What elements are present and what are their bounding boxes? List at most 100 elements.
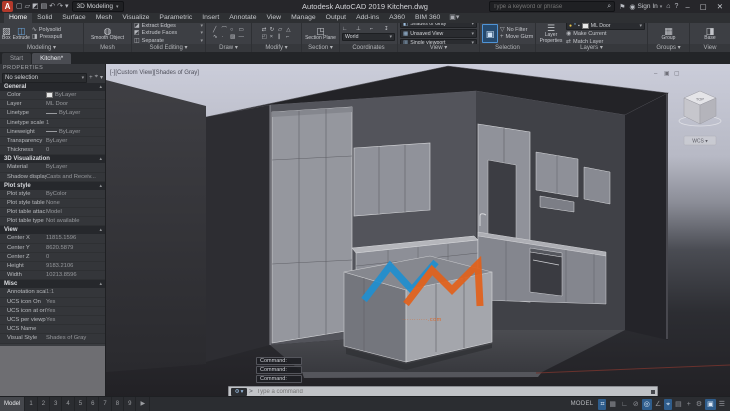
properties-section-3d-visualization[interactable]: 3D Visualization▴ [0,155,105,163]
panel-label-view[interactable]: View ▾ [398,44,479,52]
ucs-world-icon[interactable]: ⊥ [356,26,367,32]
extract-edges-button[interactable]: ◪ Extract Edges ▾ [134,23,203,29]
select-objects-icon[interactable]: ⌖ [95,74,98,81]
offset-icon[interactable]: ∥ [278,34,283,40]
panel-label-groups[interactable]: Groups ▾ [648,44,689,52]
featured-apps-icon[interactable]: ▣▾ [445,13,463,23]
drawing-viewport[interactable]: ···········.com TOP WCS ▾ – ▣ ▢ [-][Cust… [106,64,730,396]
property-value[interactable]: 10213.8596 [46,271,105,279]
property-value[interactable]: 0 [46,146,105,154]
wcs-dropdown[interactable]: WCS ▾ [684,136,716,145]
viewport-controls-label[interactable]: [-][Custom View][Shades of Gray] [110,70,199,76]
qat-open-icon[interactable]: ▱ [25,1,30,12]
snap-toggle[interactable]: ▦ [607,399,618,410]
ribbon-tab-annotate[interactable]: Annotate [224,13,261,23]
workspace-dropdown[interactable]: 3D Modeling ▾ [72,1,124,12]
autocad-logo-icon[interactable]: A [2,1,13,12]
named-view-dropdown[interactable]: ▦ Unsaved View ▾ [400,29,477,38]
property-value[interactable]: Yes [46,316,105,324]
group-button[interactable]: ▦ Group [662,26,676,42]
property-row-lineweight[interactable]: LineweightByLayer [0,128,105,137]
polysolid-button[interactable]: ∿ Polysolid [32,27,81,34]
panel-label-solid-editing[interactable]: Solid Editing ▾ [132,44,205,52]
property-value[interactable]: ByLayer [46,163,105,171]
property-value[interactable]: Shades of Gray [46,334,105,342]
customization-menu[interactable]: ☰ [717,399,727,410]
property-row-annotation-scale[interactable]: Annotation scale1:1 [0,288,105,297]
outer-wall-left-background[interactable] [106,80,206,372]
extrude-faces-button[interactable]: ◩ Extrude Faces ▾ [134,30,203,37]
panel-label-section[interactable]: Section ▾ [302,44,339,52]
property-value[interactable]: ByLayer [46,91,105,99]
box-tool-button[interactable]: ▧ Box [2,26,11,42]
command-bar-grip[interactable] [651,390,655,394]
property-value[interactable]: ByColor [46,190,105,198]
ucs-tools[interactable]: ∟⊥⌐↧ [342,26,395,32]
make-current-button[interactable]: ◉ Make Current [566,31,645,38]
layout-tab-6[interactable]: 6 [87,397,99,411]
draw-tools-grid[interactable]: ╱⌒○▭ ∿·▨— [213,27,244,40]
oven-front[interactable] [530,252,562,296]
property-row-thickness[interactable]: Thickness0 [0,146,105,155]
ribbon-tab-output[interactable]: Output [321,13,351,23]
qat-dropdown-icon[interactable]: ▾ [65,1,69,12]
property-value[interactable]: 9183.2106 [46,262,105,270]
layout-tab-[interactable]: ▶ [136,397,150,411]
qat-plot-icon[interactable]: ▤ [41,1,48,12]
culling-toggle-button[interactable]: ▣ [482,24,498,43]
property-value[interactable]: ML Door [46,100,105,108]
property-value[interactable]: 0 [46,253,105,261]
property-value[interactable]: 1 [46,119,105,127]
property-row-linetype-scale[interactable]: Linetype scale1 [0,119,105,128]
smooth-object-button[interactable]: ◍ Smooth Object [91,26,124,42]
property-row-ucs-per-viewp[interactable]: UCS per viewp...Yes [0,316,105,325]
command-customize-block[interactable]: ⚙ ▾ [231,388,247,396]
polar-tracking-toggle[interactable]: ⊘ [631,399,641,410]
property-row-transparency[interactable]: TransparencyByLayer [0,137,105,146]
layout-tab-9[interactable]: 9 [124,397,136,411]
spline-icon[interactable]: ∿ [213,34,219,40]
layout-tab-model[interactable]: Model [0,397,25,411]
layout-tab-5[interactable]: 5 [75,397,87,411]
property-value[interactable]: ByLayer [46,137,105,145]
dynamic-ucs-toggle[interactable]: + [685,399,693,410]
property-row-ucs-icon-on[interactable]: UCS icon OnYes [0,298,105,307]
copy-icon[interactable]: ▱ [278,27,283,33]
property-row-width[interactable]: Width10213.8596 [0,271,105,280]
search-input[interactable] [493,4,605,10]
property-row-center-x[interactable]: Center X11815.1596 [0,234,105,243]
properties-section-view[interactable]: View▴ [0,226,105,234]
property-row-plot-style[interactable]: Plot styleByColor [0,190,105,199]
help-icon[interactable]: ? [675,3,679,10]
command-input[interactable] [255,388,649,396]
ucs-icon[interactable]: ∟ [342,26,353,32]
upper-cabinets-left[interactable] [354,143,430,216]
ribbon-tab-visualize[interactable]: Visualize [117,13,154,23]
property-row-ucs-name[interactable]: UCS Name [0,325,105,334]
property-row-height[interactable]: Height9183.2106 [0,262,105,271]
erase-icon[interactable]: × [270,34,275,40]
layout-tab-2[interactable]: 2 [38,397,50,411]
ribbon-tab-parametric[interactable]: Parametric [154,13,197,23]
layout-tab-8[interactable]: 8 [112,397,124,411]
3d-osnap-toggle[interactable]: ⌖ [664,399,672,410]
right-wall-outer[interactable] [625,93,668,340]
a360-alert-icon[interactable]: ⚑ [619,3,625,11]
panel-label-coordinates[interactable]: Coordinates [340,44,397,52]
layer-dropdown[interactable]: ● * ▪ ML Door ▾ [566,23,645,30]
property-row-plot-style-table[interactable]: Plot style tableNone [0,199,105,208]
properties-section-misc[interactable]: Misc▴ [0,280,105,288]
close-button[interactable]: ✕ [714,2,726,11]
property-row-shadow-display[interactable]: Shadow displayCasts and Receiv... [0,173,105,182]
layer-properties-button[interactable]: ☰ Layer Properties [538,23,564,44]
point-icon[interactable]: · [221,34,227,40]
property-row-plot-table-type[interactable]: Plot table typeNot available [0,217,105,226]
property-value[interactable]: 1:1 [46,288,105,296]
trim-icon[interactable]: ⌐ [286,34,291,40]
selection-combo[interactable]: No selection ▾ [2,73,87,83]
ucs-z-icon[interactable]: ↧ [384,26,395,32]
scale-icon[interactable]: △ [286,27,291,33]
isodraft-toggle[interactable]: ∠ [653,399,663,410]
ribbon-tab-view[interactable]: View [261,13,286,23]
gizmo-dropdown[interactable]: + Move Gizmo [500,34,533,41]
